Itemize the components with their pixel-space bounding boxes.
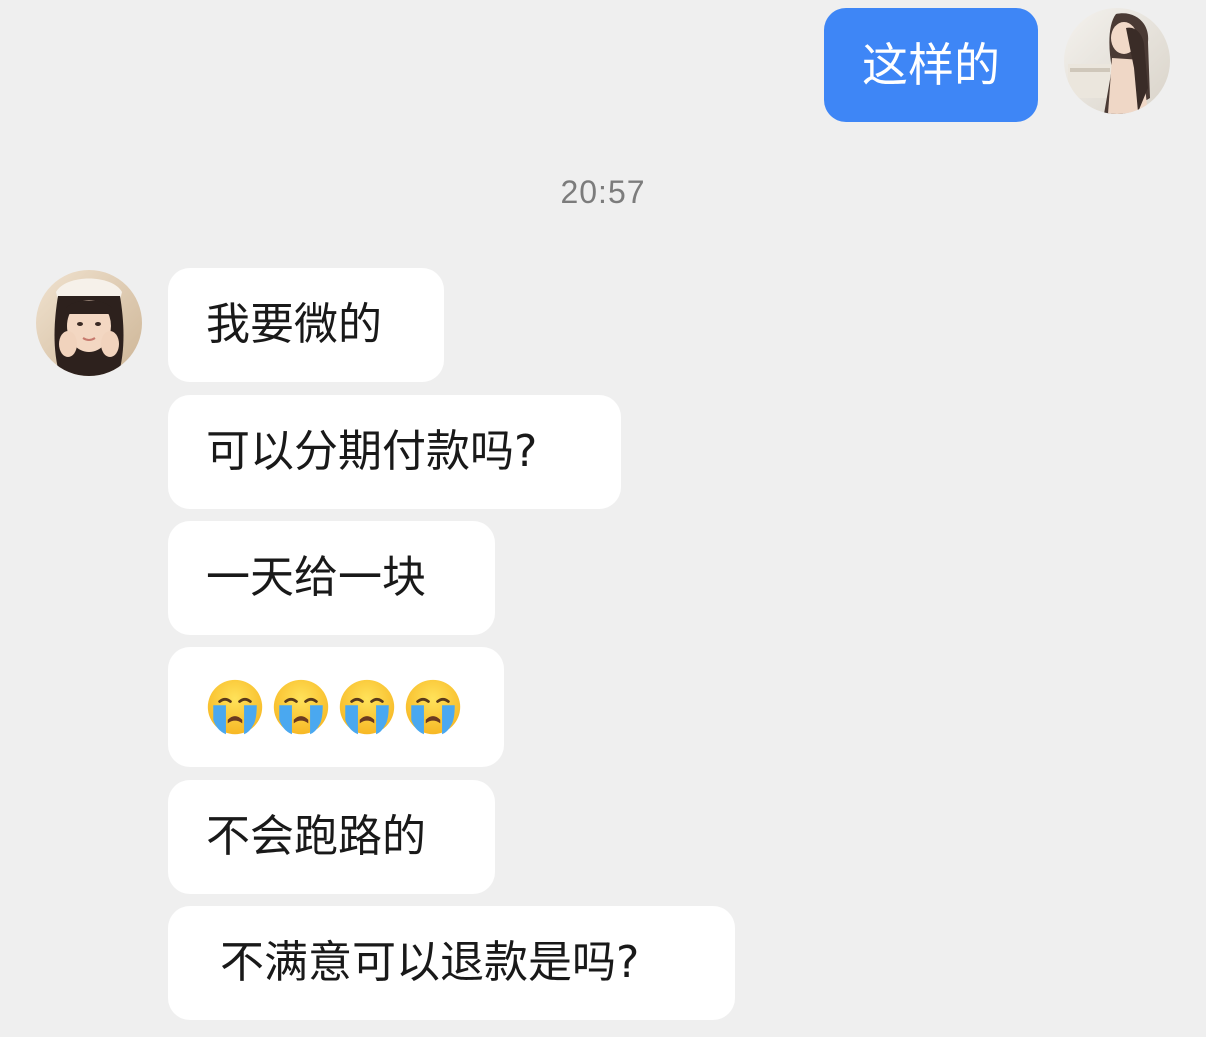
message-timestamp: 20:57 (560, 174, 646, 210)
received-message-text: 不满意可以退款是吗? (206, 937, 640, 988)
received-message-text: 不会跑路的 (206, 811, 426, 862)
sender-avatar[interactable] (1064, 8, 1170, 114)
sent-message-bubble[interactable]: 这样的 (824, 8, 1038, 122)
contact-avatar[interactable] (36, 270, 142, 376)
received-message-bubble[interactable]: 不满意可以退款是吗? (168, 906, 735, 1020)
loudly-crying-face-icon (207, 679, 263, 735)
received-message-text: 我要微的 (206, 299, 382, 350)
received-message-text: 可以分期付款吗? (206, 426, 538, 477)
sender-avatar-icon (1064, 8, 1170, 114)
emoji-row (206, 678, 462, 736)
loudly-crying-face-icon (339, 679, 395, 735)
contact-avatar-icon (36, 270, 142, 376)
received-message-bubble[interactable]: 一天给一块 (168, 521, 495, 635)
received-message-bubble[interactable]: 我要微的 (168, 268, 444, 382)
sent-message-row: 这样的 (824, 8, 1170, 122)
received-emoji-bubble[interactable] (168, 647, 504, 767)
received-message-text: 一天给一块 (206, 552, 426, 603)
loudly-crying-face-icon (405, 679, 461, 735)
received-message-bubble[interactable]: 可以分期付款吗? (168, 395, 621, 509)
sent-message-text: 这样的 (862, 38, 1000, 92)
received-message-bubble[interactable]: 不会跑路的 (168, 780, 495, 894)
loudly-crying-face-icon (273, 679, 329, 735)
